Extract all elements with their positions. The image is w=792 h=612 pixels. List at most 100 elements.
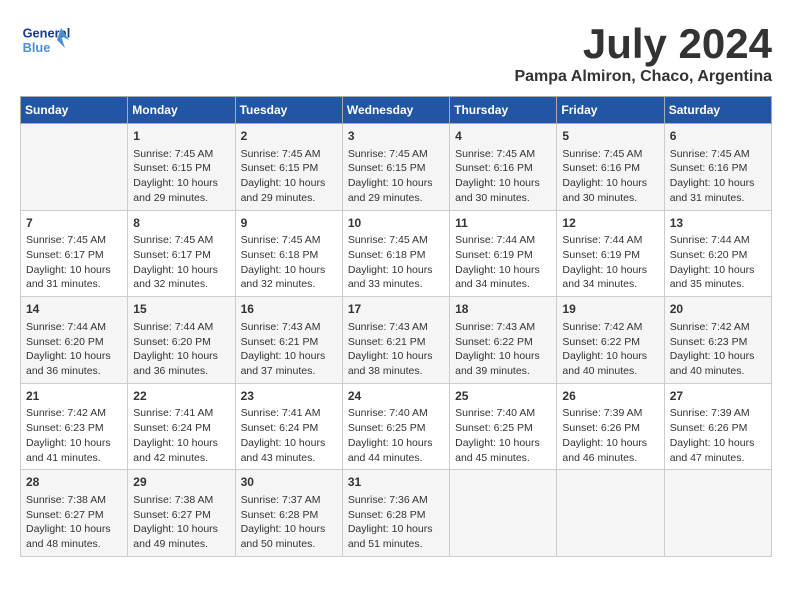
calendar-cell: 19 Sunrise: 7:42 AM Sunset: 6:22 PM Dayli… [557,297,664,384]
cell-content: Sunrise: 7:45 AM Sunset: 6:17 PM Dayligh… [133,233,229,292]
day-number: 15 [133,301,229,318]
cell-content: Sunrise: 7:39 AM Sunset: 6:26 PM Dayligh… [562,406,658,465]
calendar-body: 1 Sunrise: 7:45 AM Sunset: 6:15 PM Daylig… [21,124,772,557]
cell-content: Sunrise: 7:44 AM Sunset: 6:20 PM Dayligh… [26,320,122,379]
calendar-week-row: 14 Sunrise: 7:44 AM Sunset: 6:20 PM Dayli… [21,297,772,384]
cell-content: Sunrise: 7:42 AM Sunset: 6:23 PM Dayligh… [26,406,122,465]
calendar-cell: 2Sunrise: 7:45 AM Sunset: 6:15 PM Daylig… [235,124,342,211]
day-header-tuesday: Tuesday [235,97,342,124]
cell-content: Sunrise: 7:41 AM Sunset: 6:24 PM Dayligh… [241,406,337,465]
day-number: 17 [348,301,444,318]
day-number: 21 [26,388,122,405]
day-header-saturday: Saturday [664,97,771,124]
cell-content: Sunrise: 7:45 AM Sunset: 6:15 PM Dayligh… [133,147,229,206]
day-number: 13 [670,215,766,232]
cell-content: Sunrise: 7:42 AM Sunset: 6:23 PM Dayligh… [670,320,766,379]
cell-content: Sunrise: 7:42 AM Sunset: 6:22 PM Dayligh… [562,320,658,379]
day-header-thursday: Thursday [450,97,557,124]
day-number: 23 [241,388,337,405]
calendar-cell: 12Sunrise: 7:44 AM Sunset: 6:19 PM Dayli… [557,210,664,297]
calendar-cell: 26Sunrise: 7:39 AM Sunset: 6:26 PM Dayli… [557,383,664,470]
logo: General Blue [20,20,74,60]
day-number: 19 [562,301,658,318]
cell-content: Sunrise: 7:45 AM Sunset: 6:16 PM Dayligh… [670,147,766,206]
calendar-cell: 30 Sunrise: 7:37 AM Sunset: 6:28 PM Dayli… [235,470,342,557]
cell-content: Sunrise: 7:45 AM Sunset: 6:18 PM Dayligh… [348,233,444,292]
calendar-cell: 8Sunrise: 7:45 AM Sunset: 6:17 PM Daylig… [128,210,235,297]
day-number: 8 [133,215,229,232]
calendar-cell: 14 Sunrise: 7:44 AM Sunset: 6:20 PM Dayli… [21,297,128,384]
day-number: 31 [348,474,444,491]
calendar-cell: 27Sunrise: 7:39 AM Sunset: 6:26 PM Dayli… [664,383,771,470]
calendar-cell [21,124,128,211]
cell-content: Sunrise: 7:41 AM Sunset: 6:24 PM Dayligh… [133,406,229,465]
cell-content: Sunrise: 7:44 AM Sunset: 6:19 PM Dayligh… [455,233,551,292]
cell-content: Sunrise: 7:45 AM Sunset: 6:15 PM Dayligh… [241,147,337,206]
calendar-cell: 11Sunrise: 7:44 AM Sunset: 6:19 PM Dayli… [450,210,557,297]
day-number: 5 [562,128,658,145]
header: General Blue July 2024 Pampa Almiron, Ch… [20,20,772,86]
calendar-cell: 23Sunrise: 7:41 AM Sunset: 6:24 PM Dayli… [235,383,342,470]
calendar-header-row: SundayMondayTuesdayWednesdayThursdayFrid… [21,97,772,124]
day-number: 30 [241,474,337,491]
calendar-cell: 17Sunrise: 7:43 AM Sunset: 6:21 PM Dayli… [342,297,449,384]
calendar-cell: 13Sunrise: 7:44 AM Sunset: 6:20 PM Dayli… [664,210,771,297]
day-number: 3 [348,128,444,145]
day-number: 6 [670,128,766,145]
calendar-cell: 4Sunrise: 7:45 AM Sunset: 6:16 PM Daylig… [450,124,557,211]
day-number: 1 [133,128,229,145]
calendar-table: SundayMondayTuesdayWednesdayThursdayFrid… [20,96,772,557]
cell-content: Sunrise: 7:38 AM Sunset: 6:27 PM Dayligh… [26,493,122,552]
day-number: 9 [241,215,337,232]
day-header-wednesday: Wednesday [342,97,449,124]
calendar-cell: 20 Sunrise: 7:42 AM Sunset: 6:23 PM Dayli… [664,297,771,384]
location-title: Pampa Almiron, Chaco, Argentina [514,68,772,86]
calendar-week-row: 7Sunrise: 7:45 AM Sunset: 6:17 PM Daylig… [21,210,772,297]
calendar-week-row: 1 Sunrise: 7:45 AM Sunset: 6:15 PM Daylig… [21,124,772,211]
day-number: 10 [348,215,444,232]
day-header-sunday: Sunday [21,97,128,124]
cell-content: Sunrise: 7:44 AM Sunset: 6:19 PM Dayligh… [562,233,658,292]
cell-content: Sunrise: 7:37 AM Sunset: 6:28 PM Dayligh… [241,493,337,552]
calendar-cell: 16 Sunrise: 7:43 AM Sunset: 6:21 PM Dayli… [235,297,342,384]
calendar-cell: 21Sunrise: 7:42 AM Sunset: 6:23 PM Dayli… [21,383,128,470]
calendar-week-row: 28Sunrise: 7:38 AM Sunset: 6:27 PM Dayli… [21,470,772,557]
calendar-cell: 15Sunrise: 7:44 AM Sunset: 6:20 PM Dayli… [128,297,235,384]
day-number: 16 [241,301,337,318]
day-number: 22 [133,388,229,405]
calendar-cell: 10Sunrise: 7:45 AM Sunset: 6:18 PM Dayli… [342,210,449,297]
svg-text:Blue: Blue [23,40,51,55]
calendar-cell: 1 Sunrise: 7:45 AM Sunset: 6:15 PM Daylig… [128,124,235,211]
cell-content: Sunrise: 7:45 AM Sunset: 6:17 PM Dayligh… [26,233,122,292]
day-header-monday: Monday [128,97,235,124]
cell-content: Sunrise: 7:43 AM Sunset: 6:21 PM Dayligh… [241,320,337,379]
calendar-cell [557,470,664,557]
cell-content: Sunrise: 7:40 AM Sunset: 6:25 PM Dayligh… [348,406,444,465]
cell-content: Sunrise: 7:39 AM Sunset: 6:26 PM Dayligh… [670,406,766,465]
day-number: 25 [455,388,551,405]
day-header-friday: Friday [557,97,664,124]
day-number: 27 [670,388,766,405]
cell-content: Sunrise: 7:45 AM Sunset: 6:15 PM Dayligh… [348,147,444,206]
day-number: 14 [26,301,122,318]
calendar-cell: 24Sunrise: 7:40 AM Sunset: 6:25 PM Dayli… [342,383,449,470]
calendar-cell: 22Sunrise: 7:41 AM Sunset: 6:24 PM Dayli… [128,383,235,470]
cell-content: Sunrise: 7:45 AM Sunset: 6:16 PM Dayligh… [455,147,551,206]
calendar-cell: 3 Sunrise: 7:45 AM Sunset: 6:15 PM Daylig… [342,124,449,211]
calendar-cell [450,470,557,557]
cell-content: Sunrise: 7:45 AM Sunset: 6:16 PM Dayligh… [562,147,658,206]
day-number: 20 [670,301,766,318]
calendar-cell: 9Sunrise: 7:45 AM Sunset: 6:18 PM Daylig… [235,210,342,297]
calendar-cell: 31 Sunrise: 7:36 AM Sunset: 6:28 PM Dayli… [342,470,449,557]
cell-content: Sunrise: 7:36 AM Sunset: 6:28 PM Dayligh… [348,493,444,552]
day-number: 24 [348,388,444,405]
day-number: 29 [133,474,229,491]
day-number: 11 [455,215,551,232]
day-number: 18 [455,301,551,318]
calendar-cell: 6 Sunrise: 7:45 AM Sunset: 6:16 PM Daylig… [664,124,771,211]
cell-content: Sunrise: 7:44 AM Sunset: 6:20 PM Dayligh… [670,233,766,292]
day-number: 26 [562,388,658,405]
cell-content: Sunrise: 7:40 AM Sunset: 6:25 PM Dayligh… [455,406,551,465]
logo-icon: General Blue [20,20,70,60]
calendar-cell [664,470,771,557]
